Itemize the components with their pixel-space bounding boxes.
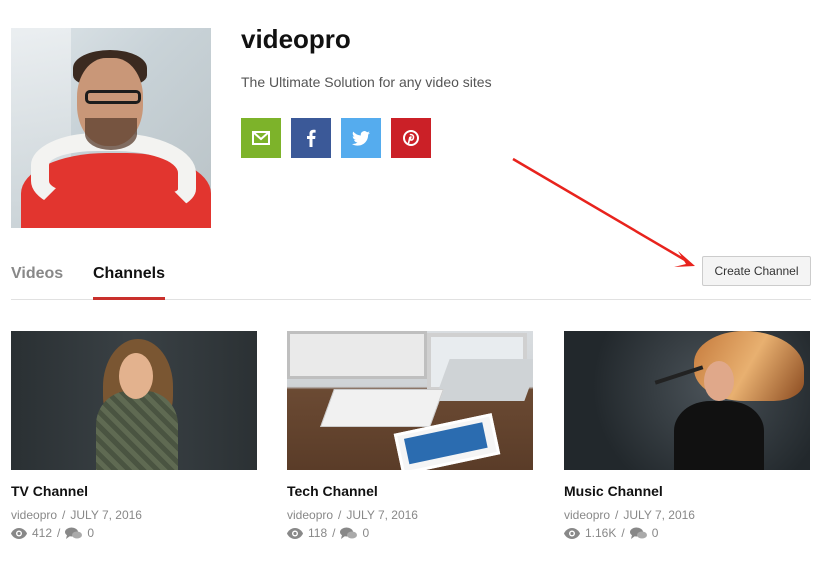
- tab-channels[interactable]: Channels: [93, 265, 165, 283]
- meta-separator: /: [615, 508, 619, 522]
- envelope-icon: [252, 131, 270, 145]
- eye-icon: [287, 527, 303, 539]
- channel-card: TV Channel videopro / JULY 7, 2016 412/ 0: [11, 331, 258, 540]
- profile-description: The Ultimate Solution for any video site…: [241, 74, 492, 90]
- create-channel-button[interactable]: Create Channel: [702, 256, 811, 286]
- channel-stats: 118 / 0: [287, 526, 369, 540]
- profile-name: videopro: [241, 24, 351, 54]
- meta-separator: /: [62, 508, 66, 522]
- facebook-icon: [307, 129, 316, 147]
- channel-thumbnail[interactable]: [287, 331, 533, 470]
- eye-icon: [564, 527, 580, 539]
- channel-card: Music Channel videopro / JULY 7, 2016 1.16…: [564, 331, 811, 540]
- channel-meta: videopro / JULY 7, 2016: [287, 508, 418, 522]
- channel-card: Tech Channel videopro / JULY 7, 2016 118 / …: [287, 331, 534, 540]
- view-count: 412: [32, 526, 53, 540]
- twitter-share-button[interactable]: [341, 118, 381, 158]
- comments-icon: [65, 527, 83, 539]
- channel-meta: videopro / JULY 7, 2016: [564, 508, 695, 522]
- profile-avatar: [11, 28, 211, 228]
- pinterest-icon: [403, 130, 419, 146]
- comment-count: 0: [651, 526, 659, 540]
- eye-icon: [11, 527, 27, 539]
- channel-title[interactable]: TV Channel: [11, 483, 88, 499]
- email-share-button[interactable]: [241, 118, 281, 158]
- comment-count: 0: [87, 526, 95, 540]
- channel-author[interactable]: videopro: [287, 508, 333, 522]
- facebook-share-button[interactable]: [291, 118, 331, 158]
- stats-separator: /: [621, 526, 625, 540]
- channel-title[interactable]: Music Channel: [564, 483, 663, 499]
- channel-thumbnail[interactable]: [564, 331, 810, 470]
- comment-count: 0: [362, 526, 370, 540]
- stats-separator: /: [332, 526, 336, 540]
- active-tab-indicator: [93, 297, 165, 300]
- channel-author[interactable]: videopro: [11, 508, 57, 522]
- stats-separator: /: [57, 526, 61, 540]
- channel-meta: videopro / JULY 7, 2016: [11, 508, 142, 522]
- annotation-arrow: [512, 157, 695, 267]
- channel-stats: 412 / 0: [11, 526, 94, 540]
- channel-date: JULY 7, 2016: [346, 508, 418, 522]
- pinterest-share-button[interactable]: [391, 118, 431, 158]
- view-count: 118: [308, 526, 328, 540]
- channel-date: JULY 7, 2016: [623, 508, 695, 522]
- twitter-icon: [352, 130, 370, 146]
- channel-stats: 1.16K / 0: [564, 526, 658, 540]
- comments-icon: [340, 527, 358, 539]
- tab-videos[interactable]: Videos: [11, 265, 63, 283]
- comments-icon: [629, 527, 647, 539]
- channel-thumbnail[interactable]: [11, 331, 257, 470]
- channel-title[interactable]: Tech Channel: [287, 483, 378, 499]
- channel-author[interactable]: videopro: [564, 508, 610, 522]
- view-count: 1.16K: [585, 526, 617, 540]
- meta-separator: /: [338, 508, 342, 522]
- channel-date: JULY 7, 2016: [70, 508, 142, 522]
